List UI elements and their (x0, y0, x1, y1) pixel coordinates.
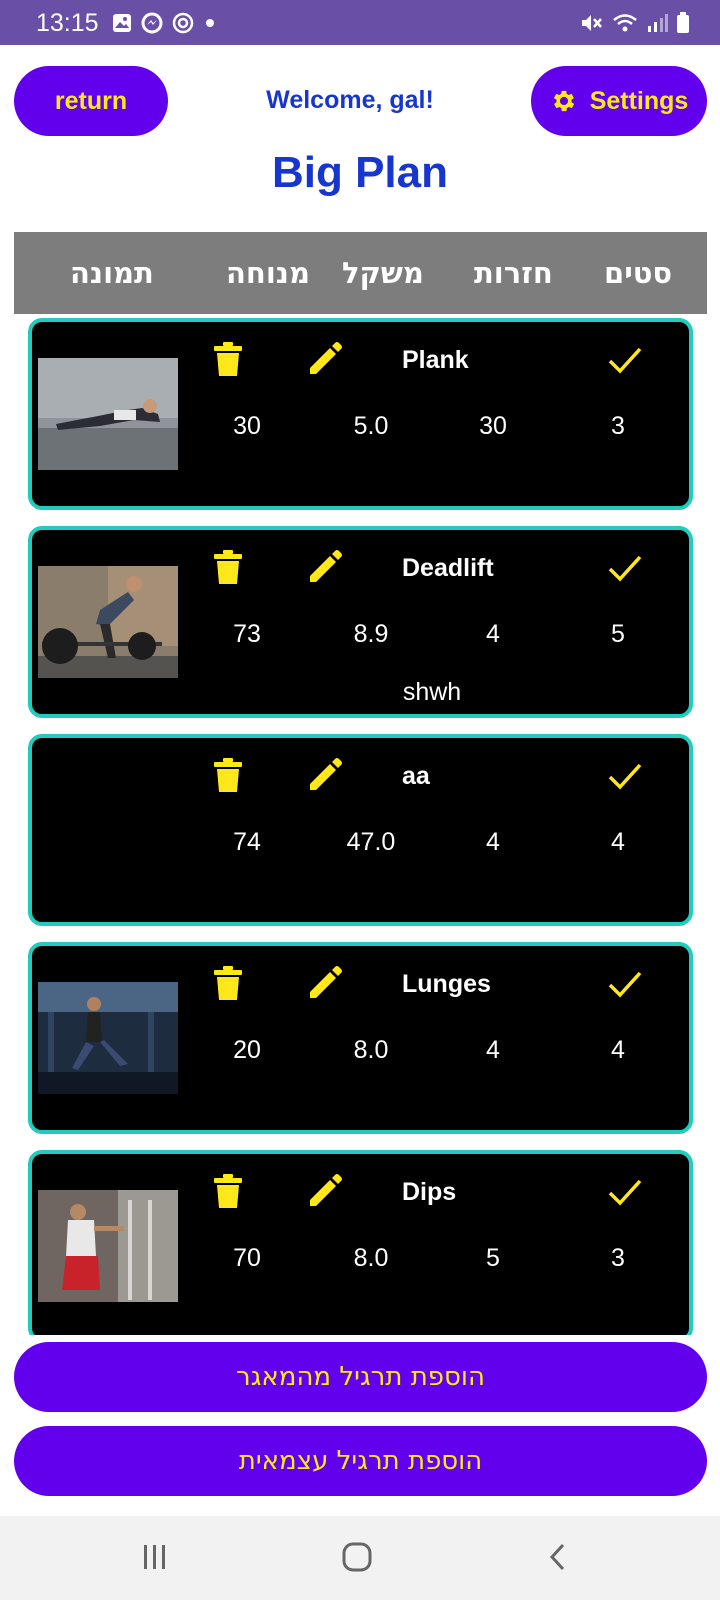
exercise-image (38, 358, 178, 470)
gear-icon (553, 90, 574, 112)
status-icons-right (580, 12, 690, 34)
exercise-sets: 4 (611, 1036, 625, 1064)
delete-icon[interactable] (214, 966, 242, 1000)
return-button[interactable]: return (14, 66, 168, 136)
exercise-card[interactable]: Lunges 20 8.0 4 4 (28, 942, 693, 1134)
exercise-weight: 47.0 (346, 828, 396, 856)
exercise-rest: 73 (233, 620, 261, 648)
delete-icon[interactable] (214, 342, 242, 376)
mute-icon (582, 15, 602, 31)
column-header-weight: משקל (342, 256, 424, 290)
gallery-icon (113, 14, 131, 32)
exercise-reps: 5 (486, 1244, 500, 1272)
dot-icon (206, 19, 214, 27)
exercise-reps: 30 (479, 412, 507, 440)
exercise-sets: 3 (611, 1244, 625, 1272)
exercise-image (38, 982, 178, 1094)
exercise-rest: 74 (233, 828, 261, 856)
exercise-card[interactable]: Deadlift 73 8.9 4 5 shwh (28, 526, 693, 718)
battery-icon (677, 12, 689, 33)
recent-apps-icon[interactable] (140, 1542, 170, 1572)
add-from-library-button[interactable]: הוספת תרגיל מהמאגר (14, 1342, 707, 1412)
edit-icon[interactable] (308, 550, 342, 584)
status-bar: 13:15 (0, 0, 720, 45)
settings-label: Settings (589, 86, 689, 115)
exercise-reps: 4 (486, 828, 500, 856)
exercise-card[interactable]: aa 74 47.0 4 4 (28, 734, 693, 926)
exercise-reps: 4 (486, 1036, 500, 1064)
app-notification-icon (172, 12, 194, 34)
navigation-bar (0, 1516, 720, 1600)
edit-icon[interactable] (308, 1174, 342, 1208)
exercise-name: aa (402, 762, 430, 790)
status-time: 13:15 (36, 9, 99, 37)
exercise-name: Dips (402, 1178, 457, 1206)
exercise-weight: 8.9 (353, 620, 389, 648)
exercise-sets: 4 (611, 828, 625, 856)
column-header-image: תמונה (70, 256, 154, 290)
edit-icon[interactable] (308, 758, 342, 792)
delete-icon[interactable] (214, 758, 242, 792)
page-title: Big Plan (271, 148, 449, 197)
check-icon[interactable] (608, 762, 642, 790)
check-icon[interactable] (608, 970, 642, 998)
exercise-card[interactable]: Plank 30 5.0 30 3 (28, 318, 693, 510)
exercise-rest: 70 (233, 1244, 261, 1272)
exercise-sets: 3 (611, 412, 625, 440)
app-root: 13:15 return Welcome, gal! Settings Big … (0, 0, 720, 1600)
delete-icon[interactable] (214, 550, 242, 584)
settings-button[interactable]: Settings (531, 66, 707, 136)
exercise-image (38, 1190, 178, 1302)
column-header-sets: סטים (604, 256, 673, 290)
column-header-rest: מנוחה (226, 256, 310, 290)
exercise-name: Plank (402, 346, 469, 374)
exercise-weight: 8.0 (353, 1036, 389, 1064)
exercise-weight: 5.0 (353, 412, 389, 440)
check-icon[interactable] (608, 1178, 642, 1206)
exercise-sets: 5 (611, 620, 625, 648)
table-header: תמונה מנוחה משקל חזרות סטים (14, 232, 707, 314)
exercise-name: Deadlift (402, 554, 494, 582)
exercise-card[interactable]: Dips 70 8.0 5 3 (28, 1150, 693, 1335)
exercise-note: shwh (402, 678, 462, 706)
exercise-weight: 8.0 (353, 1244, 389, 1272)
messenger-icon (141, 12, 163, 34)
exercise-rest: 20 (233, 1036, 261, 1064)
edit-icon[interactable] (308, 342, 342, 376)
edit-icon[interactable] (308, 966, 342, 1000)
exercise-image (38, 566, 178, 678)
wifi-icon (613, 14, 637, 32)
signal-icon (648, 14, 668, 32)
column-header-reps: חזרות (474, 256, 553, 290)
exercise-list[interactable]: Plank 30 5.0 30 3 Deadlift 73 8.9 4 5 sh… (0, 314, 720, 1335)
welcome-text: Welcome, gal! (266, 86, 434, 114)
exercise-reps: 4 (486, 620, 500, 648)
exercise-name: Lunges (402, 970, 491, 998)
status-icons-left (112, 12, 217, 34)
add-custom-exercise-button[interactable]: הוספת תרגיל עצמאית (14, 1426, 707, 1496)
check-icon[interactable] (608, 346, 642, 374)
check-icon[interactable] (608, 554, 642, 582)
back-icon[interactable] (546, 1542, 570, 1572)
home-icon[interactable] (342, 1542, 372, 1572)
exercise-rest: 30 (233, 412, 261, 440)
delete-icon[interactable] (214, 1174, 242, 1208)
